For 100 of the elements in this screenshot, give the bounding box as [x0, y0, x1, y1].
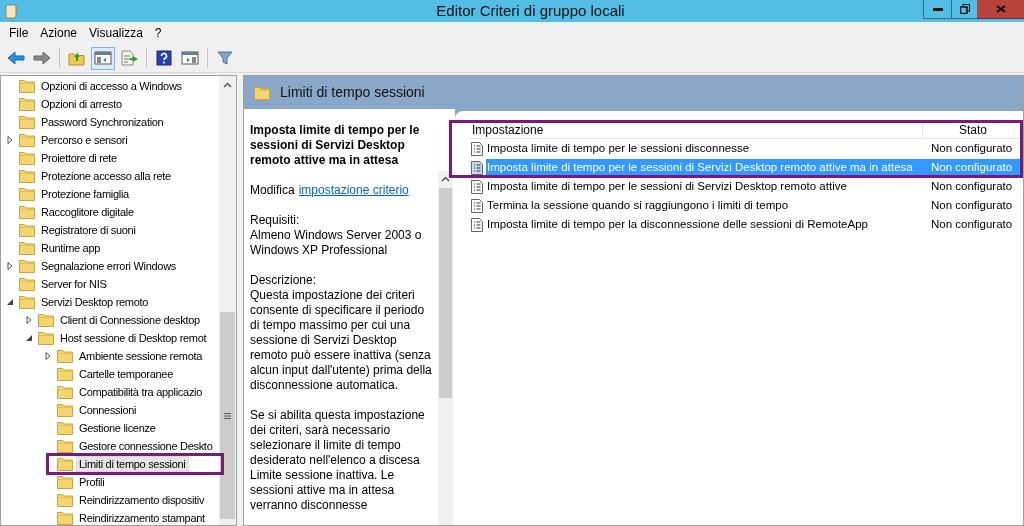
close-button[interactable] — [977, 0, 1024, 19]
expand-arrow-icon[interactable] — [44, 352, 52, 360]
setting-name: Imposta limite di tempo per le sessioni di Servizi Desktop remoto attive ma in attesa — [486, 159, 914, 175]
tree-item[interactable]: Raccoglitore digitale — [38, 204, 137, 220]
collapse-arrow-icon[interactable] — [25, 334, 33, 342]
setting-state: Non configurato — [931, 140, 1014, 156]
folder-icon — [19, 223, 35, 237]
setting-state: Non configurato — [931, 159, 1014, 175]
restore-button[interactable] — [951, 0, 977, 19]
folder-icon — [57, 367, 73, 381]
menu-item[interactable]: Visualizza — [83, 24, 149, 42]
tree-item[interactable]: Protezione accesso alla rete — [38, 168, 174, 184]
menu-item[interactable]: ? — [148, 24, 168, 42]
folder-icon — [19, 259, 35, 273]
description-label: Descrizione: — [250, 273, 318, 288]
folder-icon — [19, 277, 35, 291]
folder-icon — [19, 133, 35, 147]
description-text: Se si abilita questa impostazione dei criteri, sarà necessario selezionare il limite di tempo desiderato nell'elenco a discesa Limite sessione inattiva. Le sessioni attive ma in attesa verranno disconnesse — [250, 408, 426, 513]
toolbar-button[interactable] — [91, 46, 115, 70]
expand-arrow-icon[interactable] — [6, 136, 14, 144]
folder-icon — [57, 493, 73, 507]
tree-item[interactable]: Client di Connessione desktop — [57, 312, 203, 328]
policy-document-icon — [471, 141, 483, 156]
tree-item[interactable]: Server for NIS — [38, 276, 110, 292]
export-list-icon — [120, 50, 138, 66]
forward-arrow-icon — [33, 51, 51, 65]
folder-icon — [19, 205, 35, 219]
expand-arrow-icon[interactable] — [25, 316, 33, 324]
table-row[interactable]: Imposta limite di tempo per le sessioni disconnesse Non configurato — [486, 139, 1023, 158]
folder-icon — [57, 439, 73, 453]
folder-icon — [57, 385, 73, 399]
policy-document-icon — [471, 179, 483, 194]
folder-icon — [19, 79, 35, 93]
setting-state: Non configurato — [931, 197, 1014, 213]
setting-title: Imposta limite di tempo per le sessioni di Servizi Desktop remoto attive ma in attesa — [250, 123, 421, 168]
edit-policy-link[interactable]: impostazione criterio — [298, 183, 409, 198]
setting-name: Termina la sessione quando si raggiungono i limiti di tempo — [486, 197, 790, 213]
folder-icon — [57, 457, 73, 471]
folder-icon — [19, 115, 35, 129]
tree-item[interactable]: Opzioni di accesso a Windows — [38, 78, 185, 94]
folder-icon — [19, 97, 35, 111]
tree-item[interactable]: Reindirizzamento stampant — [76, 510, 208, 525]
table-row[interactable]: Imposta limite di tempo per la disconnessione delle sessioni di RemoteApp Non configurato — [486, 215, 1023, 234]
menu-item[interactable]: Azione — [34, 24, 84, 42]
folder-icon — [38, 313, 54, 327]
tree-item[interactable]: Protezione famiglia — [38, 186, 132, 202]
table-row[interactable]: Termina la sessione quando si raggiungono i limiti di tempo Non configurato — [486, 196, 1023, 215]
collapse-arrow-icon[interactable] — [6, 298, 14, 306]
setting-state: Non configurato — [931, 216, 1014, 232]
policy-document-icon — [471, 160, 483, 175]
help-icon — [156, 50, 172, 66]
scrollbar-thumb[interactable] — [439, 188, 452, 398]
scrollbar-thumb[interactable] — [220, 312, 235, 519]
setting-name: Imposta limite di tempo per le sessioni disconnesse — [486, 140, 751, 156]
scrollbar[interactable] — [219, 76, 236, 525]
scroll-up-icon[interactable] — [223, 82, 232, 88]
folder-icon — [19, 151, 35, 165]
action-pane-icon — [181, 50, 199, 66]
tree-item[interactable]: Limiti di tempo sessioni — [76, 456, 189, 472]
column-header[interactable]: Impostazione — [470, 123, 923, 138]
tree-item[interactable]: Compatibilità tra applicazio — [76, 384, 206, 400]
tree-item[interactable]: Connessioni — [76, 402, 140, 418]
tree-item[interactable]: Opzioni di arresto — [38, 96, 125, 112]
expand-arrow-icon[interactable] — [6, 262, 14, 270]
menu-item[interactable]: File — [3, 24, 35, 42]
folder-icon — [57, 421, 73, 435]
folder-icon — [38, 331, 54, 345]
table-row[interactable]: Imposta limite di tempo per le sessioni di Servizi Desktop remoto attive Non configurato — [486, 177, 1023, 196]
tree-item[interactable]: Gestore connessione Deskto — [76, 438, 216, 454]
tree-item[interactable]: Ambiente sessione remota — [76, 348, 206, 364]
requirements-label: Requisiti: — [250, 213, 301, 228]
description-text: Questa impostazione dei criteri consente di specificare il periodo di tempo massimo per cui una sessione di Servizi Desktop remoto può essere inattiva (senza alcun input dall'utente) prima della disconnessione automatica. — [250, 288, 433, 393]
tree-item[interactable]: Servizi Desktop remoto — [38, 294, 152, 310]
window-title: Editor Criteri di gruppo locali — [435, 0, 626, 21]
minimize-button[interactable] — [923, 0, 951, 19]
back-arrow-icon — [7, 51, 25, 65]
grip-icon — [224, 412, 231, 419]
tree-item[interactable]: Gestione licenze — [76, 420, 159, 436]
tree-item[interactable]: Reindirizzamento dispositiv — [76, 492, 208, 508]
tree-item[interactable]: Percorso e sensori — [38, 132, 131, 148]
setting-state: Non configurato — [931, 178, 1014, 194]
restore-icon — [959, 4, 970, 14]
tree-item[interactable]: Password Synchronization — [38, 114, 167, 130]
tree-item[interactable]: Host sessione di Desktop remot — [57, 330, 210, 346]
filter-icon — [217, 50, 233, 66]
scroll-up-icon[interactable] — [441, 176, 450, 182]
folder-icon — [19, 187, 35, 201]
tree-item[interactable]: Segnalazione errori Windows — [38, 258, 179, 274]
tree-item[interactable]: Registratore di suoni — [38, 222, 139, 238]
folder-icon — [57, 511, 73, 525]
column-header[interactable]: Stato — [923, 123, 1023, 138]
policy-document-icon — [471, 198, 483, 213]
tree-item[interactable]: Cartelle temporanee — [76, 366, 176, 382]
folder-icon — [19, 241, 35, 255]
folder-icon — [57, 349, 73, 363]
tree-item[interactable]: Runtime app — [38, 240, 104, 256]
close-icon — [995, 5, 1006, 13]
tree-item[interactable]: Proiettore di rete — [38, 150, 120, 166]
folder-icon — [19, 169, 35, 183]
tree-item[interactable]: Profili — [76, 474, 108, 490]
